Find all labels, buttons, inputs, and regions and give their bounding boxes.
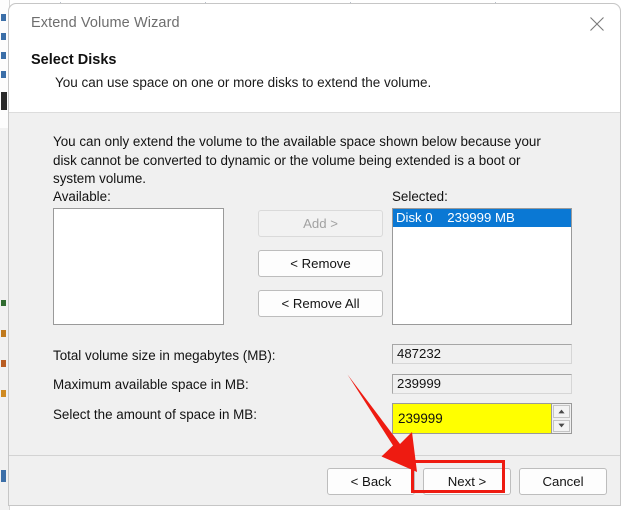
total-volume-size-label: Total volume size in megabytes (MB): bbox=[53, 348, 276, 363]
spinner-up-icon[interactable] bbox=[553, 405, 570, 418]
select-amount-input[interactable]: 239999 bbox=[392, 403, 551, 434]
title-bar[interactable]: Extend Volume Wizard bbox=[9, 4, 620, 42]
available-disks-listbox[interactable] bbox=[53, 208, 224, 325]
intro-text: You can only extend the volume to the av… bbox=[53, 134, 541, 186]
next-button[interactable]: Next > bbox=[423, 468, 511, 495]
select-amount-stepper[interactable] bbox=[551, 403, 572, 434]
window-title: Extend Volume Wizard bbox=[31, 15, 180, 31]
back-button[interactable]: < Back bbox=[327, 468, 415, 495]
cancel-button[interactable]: Cancel bbox=[519, 468, 607, 495]
dialog-body: You can only extend the volume to the av… bbox=[9, 113, 620, 455]
remove-button[interactable]: < Remove bbox=[258, 250, 383, 277]
close-icon[interactable] bbox=[574, 4, 620, 42]
available-label: Available: bbox=[53, 189, 111, 204]
maximum-available-space-label: Maximum available space in MB: bbox=[53, 377, 249, 392]
spinner-down-icon[interactable] bbox=[553, 419, 570, 432]
remove-all-button[interactable]: < Remove All bbox=[258, 290, 383, 317]
selected-disks-listbox[interactable]: Disk 0 239999 MB bbox=[392, 208, 572, 325]
header-band: Select Disks You can use space on one or… bbox=[9, 42, 620, 113]
add-button[interactable]: Add > bbox=[258, 210, 383, 237]
dialog-footer: < Back Next > Cancel bbox=[9, 455, 620, 505]
selected-label: Selected: bbox=[392, 189, 448, 204]
page-title: Select Disks bbox=[31, 52, 117, 68]
page-subtitle: You can use space on one or more disks t… bbox=[55, 75, 432, 90]
total-volume-size-field: 487232 bbox=[392, 344, 572, 364]
select-amount-label: Select the amount of space in MB: bbox=[53, 407, 257, 422]
maximum-available-space-field: 239999 bbox=[392, 374, 572, 394]
list-item[interactable]: Disk 0 239999 MB bbox=[393, 209, 571, 227]
extend-volume-wizard-dialog: Extend Volume Wizard Select Disks You ca… bbox=[8, 3, 621, 506]
